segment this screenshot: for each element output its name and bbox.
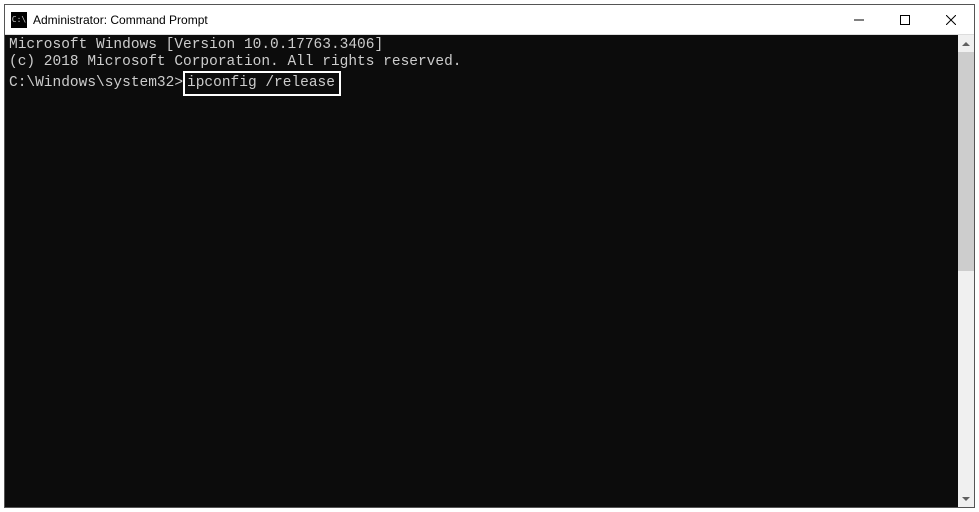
scroll-track[interactable]: [958, 52, 974, 490]
scroll-down-arrow-icon[interactable]: [958, 490, 974, 507]
console-prompt: C:\Windows\system32>: [9, 75, 183, 91]
console-line-version: Microsoft Windows [Version 10.0.17763.34…: [9, 37, 958, 54]
console-prompt-line: C:\Windows\system32>ipconfig /release: [9, 71, 958, 96]
command-prompt-window: C:\ Administrator: Command Prompt Micros…: [4, 4, 975, 508]
window-title: Administrator: Command Prompt: [33, 13, 836, 27]
titlebar[interactable]: C:\ Administrator: Command Prompt: [5, 5, 974, 35]
console-output[interactable]: Microsoft Windows [Version 10.0.17763.34…: [5, 35, 958, 507]
cmd-icon: C:\: [11, 12, 27, 28]
minimize-icon: [854, 15, 864, 25]
console-command-highlight: ipconfig /release: [183, 71, 341, 96]
scroll-up-arrow-icon[interactable]: [958, 35, 974, 52]
minimize-button[interactable]: [836, 5, 882, 34]
maximize-icon: [900, 15, 910, 25]
console-line-copyright: (c) 2018 Microsoft Corporation. All righ…: [9, 54, 958, 71]
content-area: Microsoft Windows [Version 10.0.17763.34…: [5, 35, 974, 507]
window-controls: [836, 5, 974, 34]
scroll-thumb[interactable]: [958, 52, 974, 271]
close-button[interactable]: [928, 5, 974, 34]
vertical-scrollbar[interactable]: [958, 35, 974, 507]
maximize-button[interactable]: [882, 5, 928, 34]
close-icon: [946, 15, 956, 25]
